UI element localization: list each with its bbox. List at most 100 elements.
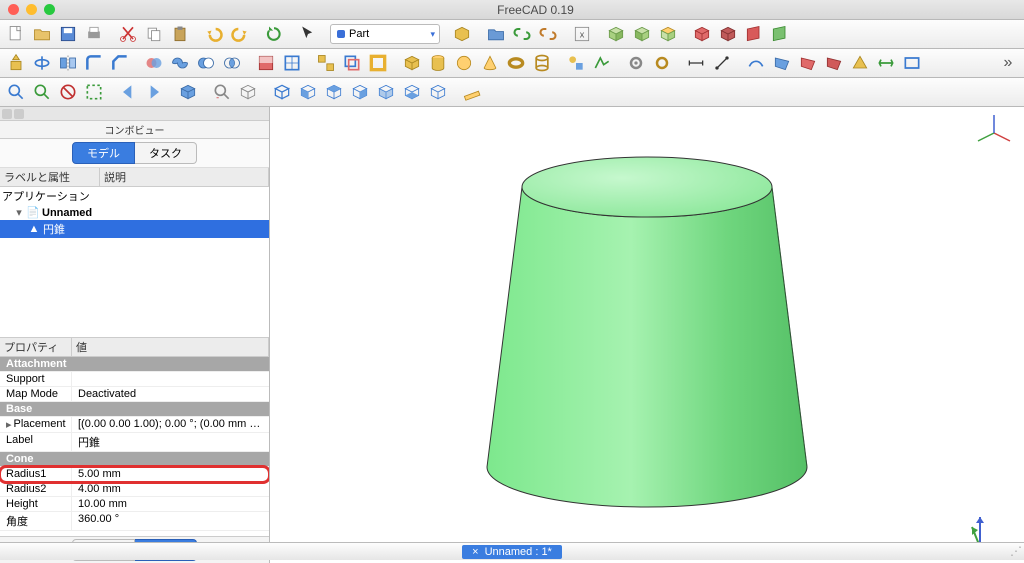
prop-row-radius2[interactable]: Radius24.00 mm bbox=[0, 482, 269, 497]
draw-style-icon[interactable] bbox=[56, 80, 80, 104]
prop-row-height[interactable]: Height10.00 mm bbox=[0, 497, 269, 512]
surf3-icon[interactable] bbox=[796, 51, 820, 75]
tree-doc[interactable]: ▾ 📄 Unnamed bbox=[0, 205, 269, 220]
resize-grip-icon[interactable]: ⋰ bbox=[1010, 544, 1022, 558]
cross-icon[interactable] bbox=[280, 51, 304, 75]
refresh-button[interactable] bbox=[262, 22, 286, 46]
chamfer-icon[interactable] bbox=[108, 51, 132, 75]
workbench-selector[interactable]: Part bbox=[330, 24, 440, 44]
surf5-icon[interactable] bbox=[848, 51, 872, 75]
fit-sel-icon[interactable] bbox=[30, 80, 54, 104]
var-set-button[interactable]: x bbox=[570, 22, 594, 46]
cut-button[interactable] bbox=[116, 22, 140, 46]
close-window-button[interactable] bbox=[8, 4, 19, 15]
property-grid[interactable]: Attachment Support Map ModeDeactivated B… bbox=[0, 357, 269, 536]
toolbar-overflow[interactable]: » bbox=[996, 54, 1020, 72]
boolean-icon[interactable] bbox=[142, 51, 166, 75]
view-left-icon[interactable] bbox=[426, 80, 450, 104]
section-icon[interactable] bbox=[254, 51, 278, 75]
panel-close-button[interactable] bbox=[14, 109, 24, 119]
surf1-icon[interactable] bbox=[744, 51, 768, 75]
gear1-icon[interactable] bbox=[624, 51, 648, 75]
status-doc-tab[interactable]: × Unnamed : 1* bbox=[462, 545, 562, 559]
prop-row-label[interactable]: Label円錐 bbox=[0, 433, 269, 452]
iso2-button[interactable] bbox=[630, 22, 654, 46]
sel-fwd-icon[interactable] bbox=[236, 80, 260, 104]
undo-button[interactable] bbox=[202, 22, 226, 46]
tab-task[interactable]: タスク bbox=[135, 142, 197, 164]
prim-cone-icon[interactable] bbox=[478, 51, 502, 75]
offset-icon[interactable] bbox=[340, 51, 364, 75]
close-doc-icon[interactable]: × bbox=[472, 546, 478, 558]
bounding-icon[interactable] bbox=[82, 80, 106, 104]
print-button[interactable] bbox=[82, 22, 106, 46]
prim-box-icon[interactable] bbox=[400, 51, 424, 75]
open-button[interactable] bbox=[30, 22, 54, 46]
union-icon[interactable] bbox=[168, 51, 192, 75]
cut-bool-icon[interactable] bbox=[194, 51, 218, 75]
mirror-icon[interactable] bbox=[56, 51, 80, 75]
goto-link-icon[interactable] bbox=[176, 80, 200, 104]
surf7-icon[interactable] bbox=[900, 51, 924, 75]
prop-row-support[interactable]: Support bbox=[0, 372, 269, 387]
redo-button[interactable] bbox=[228, 22, 252, 46]
minimize-window-button[interactable] bbox=[26, 4, 37, 15]
red-cube1-icon[interactable] bbox=[690, 22, 714, 46]
red-panel-icon[interactable] bbox=[742, 22, 766, 46]
disclosure-triangle-icon[interactable]: ▾ bbox=[14, 206, 24, 219]
surf4-icon[interactable] bbox=[822, 51, 846, 75]
prop-row-radius1[interactable]: Radius15.00 mm bbox=[0, 467, 269, 482]
tree-root[interactable]: アプリケーション bbox=[0, 187, 269, 205]
prop-row-angle[interactable]: 角度360.00 ° bbox=[0, 512, 269, 531]
shapebuilder-icon[interactable] bbox=[590, 51, 614, 75]
surf6-icon[interactable] bbox=[874, 51, 898, 75]
iso3-button[interactable] bbox=[656, 22, 680, 46]
fit-all-icon[interactable] bbox=[4, 80, 28, 104]
link-make-button[interactable] bbox=[510, 22, 534, 46]
gear2-icon[interactable] bbox=[650, 51, 674, 75]
nav-right-icon[interactable] bbox=[142, 80, 166, 104]
view-front-icon[interactable] bbox=[296, 80, 320, 104]
prim-tube-icon[interactable] bbox=[530, 51, 554, 75]
thickness-icon[interactable] bbox=[366, 51, 390, 75]
link-actions-button[interactable] bbox=[536, 22, 560, 46]
extrude-icon[interactable] bbox=[4, 51, 28, 75]
prim-sphere-icon[interactable] bbox=[452, 51, 476, 75]
prim-cylinder-icon[interactable] bbox=[426, 51, 450, 75]
nav-left-icon[interactable] bbox=[116, 80, 140, 104]
surf2-icon[interactable] bbox=[770, 51, 794, 75]
view-top-icon[interactable] bbox=[322, 80, 346, 104]
measure2-icon[interactable] bbox=[710, 51, 734, 75]
red-cube2-icon[interactable] bbox=[716, 22, 740, 46]
tree-item-cone[interactable]: ▲ 円錐 bbox=[0, 220, 269, 238]
copy-button[interactable] bbox=[142, 22, 166, 46]
view-bottom-icon[interactable] bbox=[400, 80, 424, 104]
tab-model[interactable]: モデル bbox=[72, 142, 135, 164]
new-doc-button[interactable] bbox=[4, 22, 28, 46]
view-iso-icon[interactable] bbox=[270, 80, 294, 104]
fillet-icon[interactable] bbox=[82, 51, 106, 75]
part-group-icon[interactable] bbox=[450, 22, 474, 46]
view-right-icon[interactable] bbox=[348, 80, 372, 104]
iso1-button[interactable] bbox=[604, 22, 628, 46]
folder-button[interactable] bbox=[484, 22, 508, 46]
measure-tool-icon[interactable] bbox=[460, 80, 484, 104]
intersect-icon[interactable] bbox=[220, 51, 244, 75]
prim-torus-icon[interactable] bbox=[504, 51, 528, 75]
sel-back-icon[interactable]: - bbox=[210, 80, 234, 104]
expand-icon[interactable]: ▸ bbox=[6, 418, 12, 431]
primitives-icon[interactable] bbox=[564, 51, 588, 75]
save-button[interactable] bbox=[56, 22, 80, 46]
prop-row-placement[interactable]: ▸Placement[(0.00 0.00 1.00); 0.00 °; (0.… bbox=[0, 417, 269, 433]
measure1-icon[interactable] bbox=[684, 51, 708, 75]
pointer-button[interactable] bbox=[296, 22, 320, 46]
model-tree[interactable]: アプリケーション ▾ 📄 Unnamed ▲ 円錐 bbox=[0, 187, 269, 337]
compound-icon[interactable] bbox=[314, 51, 338, 75]
prop-row-mapmode[interactable]: Map ModeDeactivated bbox=[0, 387, 269, 402]
3d-viewport[interactable] bbox=[270, 107, 1024, 563]
view-rear-icon[interactable] bbox=[374, 80, 398, 104]
zoom-window-button[interactable] bbox=[44, 4, 55, 15]
paste-button[interactable] bbox=[168, 22, 192, 46]
revolve-icon[interactable] bbox=[30, 51, 54, 75]
green-panel-icon[interactable] bbox=[768, 22, 792, 46]
